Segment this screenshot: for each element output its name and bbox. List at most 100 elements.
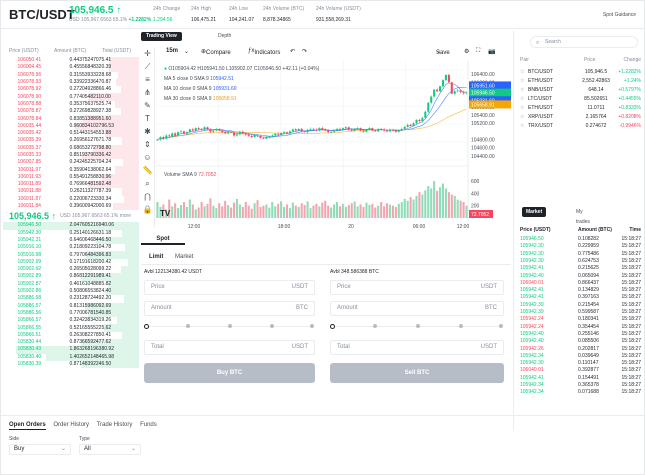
- order-book-row[interactable]: 105902.86 0.508065 53824.40: [1, 287, 139, 296]
- star-icon[interactable]: ☆: [520, 105, 524, 111]
- order-book-row[interactable]: 105886.58 0.231287 24492.20: [1, 295, 139, 303]
- horizontal-lines-icon[interactable]: ≡: [141, 73, 154, 86]
- order-book-row[interactable]: 106011.97 0.359041 38062.64: [1, 166, 139, 174]
- slider-step[interactable]: [228, 324, 232, 328]
- tab-trade-history[interactable]: Trade History: [97, 422, 133, 428]
- market-row[interactable]: ☆ TRX/USDT 0.274672 -0.9946%: [520, 123, 641, 131]
- camera-icon[interactable]: 📷: [488, 48, 495, 55]
- order-book-row[interactable]: 105866.55 0.521655 55225.62: [1, 324, 139, 332]
- star-icon[interactable]: ☆: [520, 96, 524, 102]
- order-book-row[interactable]: 105886.57 0.813159 86092.69: [1, 302, 139, 310]
- slider-step[interactable]: [416, 324, 420, 328]
- side-select[interactable]: Buy ⌄: [9, 444, 71, 455]
- tab-funds[interactable]: Funds: [140, 422, 157, 428]
- order-book-row[interactable]: 106004.45 0.455568 48320.39: [1, 64, 139, 72]
- ruler-icon[interactable]: 📏: [141, 164, 154, 177]
- redo-icon[interactable]: ↷: [302, 48, 307, 55]
- order-book-row[interactable]: 106078.93 0.339223 36470.87: [1, 78, 139, 87]
- order-book-row[interactable]: 106011.89 0.769664 81592.48: [1, 181, 139, 189]
- compare-button[interactable]: ⊕ Compare: [201, 48, 231, 56]
- undo-icon[interactable]: ↶: [290, 48, 295, 55]
- order-book-row[interactable]: 106035.39 0.269561 27671.78: [1, 137, 139, 145]
- order-book-row[interactable]: 106078.88 0.353756 37525.74: [1, 100, 139, 109]
- sell-price-field[interactable]: Price USDT: [330, 280, 504, 295]
- order-book-row[interactable]: 105830.43 1.863268 196380.92: [1, 346, 139, 354]
- tab-trading-view[interactable]: Trading View: [141, 32, 182, 41]
- brush-icon[interactable]: ✎: [141, 99, 154, 112]
- order-book-row[interactable]: 105902.87 0.461610 48885.82: [1, 280, 139, 288]
- price-chart[interactable]: 106400.00106200.00105800.00105600.001054…: [155, 60, 511, 230]
- magnet-icon[interactable]: ⋂: [141, 190, 154, 203]
- slider-step[interactable]: [459, 324, 463, 328]
- pitchfork-icon[interactable]: ⋔: [141, 86, 154, 99]
- order-book-row[interactable]: 105902.92 0.265050 28099.22: [1, 266, 139, 274]
- sell-total-field[interactable]: Total USDT: [330, 340, 504, 355]
- market-row[interactable]: ☆ LTC/USDT 85.502651 +0.4455%: [520, 96, 641, 104]
- order-book-row[interactable]: 105830.39 0.871483 92246.50: [1, 360, 139, 369]
- star-icon[interactable]: ☆: [520, 69, 524, 75]
- order-book-row[interactable]: 106078.96 0.315539 33228.68: [1, 71, 139, 79]
- search-input[interactable]: ⌕ Search: [530, 36, 638, 48]
- order-book-row[interactable]: 106035.37 0.686532 72798.80: [1, 144, 139, 152]
- order-book-row[interactable]: 106035.42 0.514431 54553.88: [1, 129, 139, 138]
- text-icon[interactable]: T: [141, 112, 154, 125]
- slider-step[interactable]: [310, 324, 314, 328]
- order-book-row[interactable]: 105886.56 0.770067 81540.85: [1, 309, 139, 318]
- settings-icon[interactable]: ⚙: [464, 48, 469, 55]
- order-book-row[interactable]: 105866.51 0.263082 27850.41: [1, 331, 139, 339]
- tab-open-orders[interactable]: Open Orders: [9, 422, 46, 430]
- order-book-row[interactable]: 105916.10 0.218092 23104.78: [1, 244, 139, 252]
- buy-price-field[interactable]: Price USDT: [144, 280, 315, 295]
- order-book-row[interactable]: 105916.98 0.797064 84396.83: [1, 251, 139, 259]
- order-book-row[interactable]: 106011.84 0.396009 42000.69: [1, 202, 139, 211]
- trendline-icon[interactable]: ⟋: [141, 60, 154, 73]
- order-book-row[interactable]: 106078.92 0.272049 28866.46: [1, 86, 139, 94]
- fullscreen-icon[interactable]: ⛶: [476, 48, 480, 55]
- chevron-down-icon[interactable]: ⌄: [184, 48, 189, 55]
- order-book-row[interactable]: 106035.44 0.960834 102796.53: [1, 122, 139, 130]
- slider-handle[interactable]: [330, 324, 335, 329]
- interval-select[interactable]: 15m: [166, 48, 178, 54]
- order-book-row[interactable]: 106007.85 0.242452 25704.24: [1, 159, 139, 167]
- market-row[interactable]: ☆ XRP/USDT 2.165764 +0.8208%: [520, 114, 641, 122]
- order-book-row[interactable]: 106011.87 0.220067 23330.34: [1, 195, 139, 203]
- tab-my-trades[interactable]: My trades: [572, 207, 594, 225]
- order-book-row[interactable]: 106035.33 0.851937 90336.42: [1, 151, 139, 160]
- order-book-row[interactable]: 106011.93 0.554912 58830.96: [1, 173, 139, 182]
- pair-title[interactable]: BTC/USDT: [9, 7, 75, 22]
- market-row[interactable]: ☆ ETH/USDT 2,552.42863 +1.24%: [520, 78, 641, 86]
- order-book-row[interactable]: 105942.30 0.251401 26631.18: [1, 229, 139, 237]
- order-book-row[interactable]: 106078.84 0.838513 88951.60: [1, 115, 139, 123]
- save-button[interactable]: Save ⌄: [436, 48, 450, 56]
- order-book-row[interactable]: 105830.44 0.873665 92477.62: [1, 338, 139, 347]
- order-book-row[interactable]: 105942.31 0.646064 68446.50: [1, 236, 139, 245]
- order-book-row[interactable]: 105830.40 1.402652 148465.98: [1, 353, 139, 361]
- order-book-row[interactable]: 105866.57 0.324238 34319.26: [1, 317, 139, 325]
- slider-step[interactable]: [186, 324, 190, 328]
- star-icon[interactable]: ☆: [520, 114, 524, 120]
- order-book-row[interactable]: 106078.87 0.272698 28927.38: [1, 108, 139, 116]
- pattern-icon[interactable]: ✱: [141, 125, 154, 138]
- sell-amount-field[interactable]: Amount BTC: [330, 301, 504, 316]
- sell-button[interactable]: Sell BTC: [330, 363, 504, 383]
- tab-order-history[interactable]: Order History: [53, 422, 89, 428]
- star-icon[interactable]: ☆: [520, 87, 524, 93]
- buy-total-field[interactable]: Total USDT: [144, 340, 315, 355]
- buy-amount-slider[interactable]: [144, 323, 315, 330]
- order-book-row[interactable]: 106078.90 0.774054 82110.00: [1, 93, 139, 101]
- order-book-row[interactable]: 105902.89 0.868122 91989.41: [1, 273, 139, 281]
- slider-step[interactable]: [270, 324, 274, 328]
- order-book-row[interactable]: 105902.99 0.171916 18200.42: [1, 258, 139, 267]
- more-link[interactable]: more: [120, 213, 131, 219]
- market-row[interactable]: ☆ ETH/USDT 11.0711 +0.8333%: [520, 105, 641, 113]
- measure-icon[interactable]: ⇕: [141, 138, 154, 151]
- emoji-icon[interactable]: ☺: [141, 151, 154, 164]
- star-icon[interactable]: ☆: [520, 123, 524, 129]
- type-select[interactable]: All ⌄: [79, 444, 141, 455]
- market-row[interactable]: ☆ BNB/USDT 648.14 +0.5797%: [520, 87, 641, 95]
- buy-button[interactable]: Buy BTC: [144, 363, 315, 383]
- slider-handle[interactable]: [144, 324, 149, 329]
- sell-amount-slider[interactable]: [330, 323, 504, 330]
- tab-limit[interactable]: Limit: [149, 254, 163, 260]
- market-row[interactable]: ☆ BTC/USDT 105,946.5 +1.2282%: [520, 69, 641, 77]
